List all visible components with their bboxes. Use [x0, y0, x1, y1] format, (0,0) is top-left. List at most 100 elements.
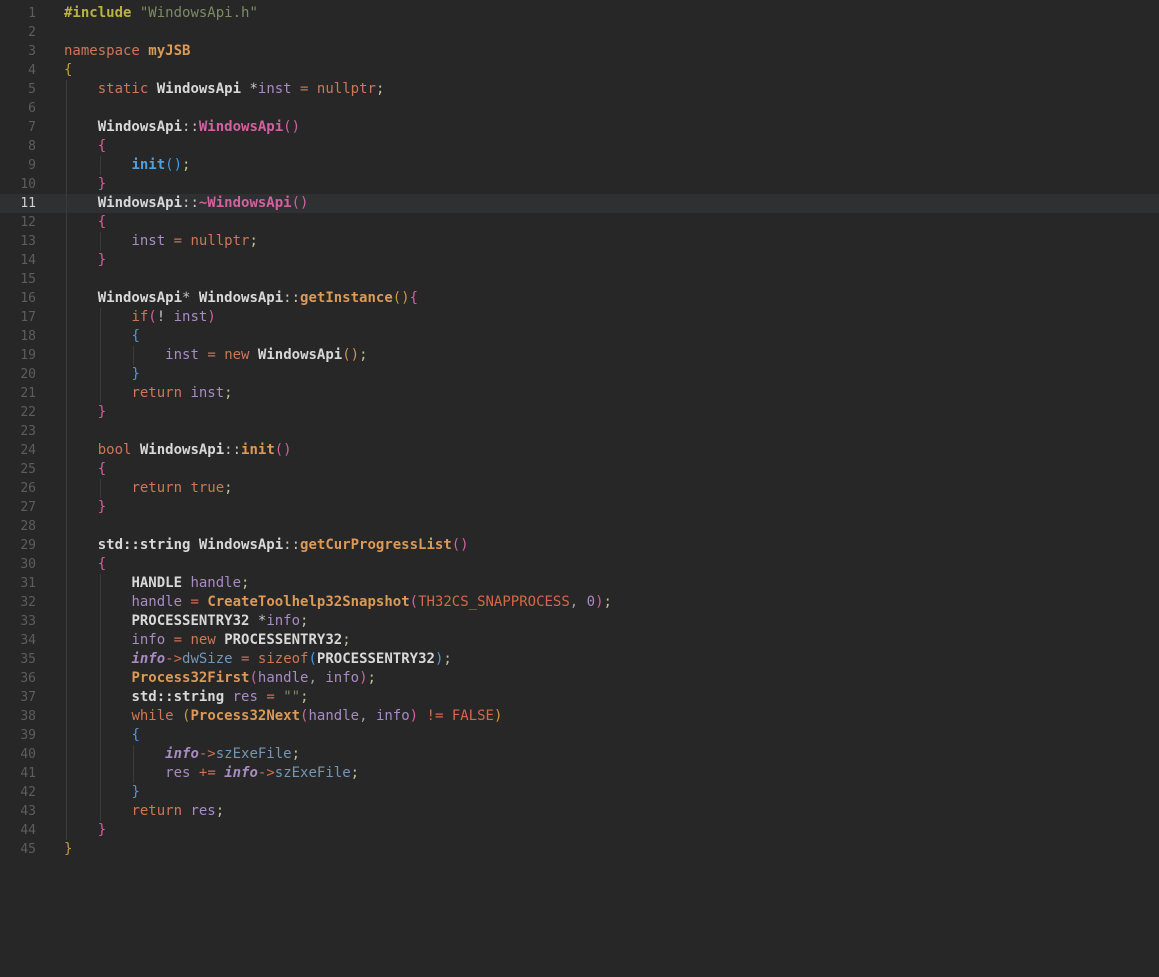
line-number[interactable]: 36: [0, 669, 36, 688]
code-text[interactable]: }: [64, 783, 139, 802]
code-line[interactable]: 35 info->dwSize = sizeof(PROCESSENTRY32)…: [0, 650, 1159, 669]
code-text[interactable]: WindowsApi::WindowsApi(): [64, 118, 300, 137]
code-text[interactable]: }: [64, 403, 106, 422]
code-line[interactable]: 27 }: [0, 498, 1159, 517]
code-text[interactable]: res += info->szExeFile;: [64, 764, 359, 783]
code-line[interactable]: 38 while (Process32Next(handle, info) !=…: [0, 707, 1159, 726]
line-number[interactable]: 1: [0, 4, 36, 23]
line-number[interactable]: 39: [0, 726, 36, 745]
line-number[interactable]: 9: [0, 156, 36, 175]
line-number[interactable]: 10: [0, 175, 36, 194]
code-text[interactable]: }: [64, 175, 106, 194]
line-number[interactable]: 40: [0, 745, 36, 764]
line-number[interactable]: 23: [0, 422, 36, 441]
line-number[interactable]: 25: [0, 460, 36, 479]
line-number[interactable]: 18: [0, 327, 36, 346]
line-number[interactable]: 20: [0, 365, 36, 384]
line-number[interactable]: 31: [0, 574, 36, 593]
code-line[interactable]: 44 }: [0, 821, 1159, 840]
code-line[interactable]: 2: [0, 23, 1159, 42]
code-line[interactable]: 22 }: [0, 403, 1159, 422]
line-number[interactable]: 7: [0, 118, 36, 137]
line-number[interactable]: 22: [0, 403, 36, 422]
line-number[interactable]: 43: [0, 802, 36, 821]
line-number[interactable]: 38: [0, 707, 36, 726]
code-line[interactable]: 16 WindowsApi* WindowsApi::getInstance()…: [0, 289, 1159, 308]
line-number[interactable]: 28: [0, 517, 36, 536]
code-line[interactable]: 12 {: [0, 213, 1159, 232]
code-text[interactable]: WindowsApi::~WindowsApi(): [64, 194, 309, 213]
code-text[interactable]: }: [64, 498, 106, 517]
line-number[interactable]: 19: [0, 346, 36, 365]
line-number[interactable]: 42: [0, 783, 36, 802]
code-line[interactable]: 28: [0, 517, 1159, 536]
code-text[interactable]: {: [64, 555, 106, 574]
code-line[interactable]: 40 info->szExeFile;: [0, 745, 1159, 764]
code-line[interactable]: 7 WindowsApi::WindowsApi(): [0, 118, 1159, 137]
line-number[interactable]: 6: [0, 99, 36, 118]
code-text[interactable]: handle = CreateToolhelp32Snapshot(TH32CS…: [64, 593, 612, 612]
line-number[interactable]: 35: [0, 650, 36, 669]
line-number[interactable]: 15: [0, 270, 36, 289]
code-line[interactable]: 1 #include "WindowsApi.h": [0, 4, 1159, 23]
code-line[interactable]: 4{: [0, 61, 1159, 80]
code-text[interactable]: init();: [64, 156, 190, 175]
code-text[interactable]: }: [64, 840, 72, 859]
line-number[interactable]: 14: [0, 251, 36, 270]
code-text[interactable]: namespace myJSB: [64, 42, 190, 61]
code-line[interactable]: 42 }: [0, 783, 1159, 802]
code-text[interactable]: inst = new WindowsApi();: [64, 346, 367, 365]
code-line[interactable]: 6: [0, 99, 1159, 118]
code-text[interactable]: while (Process32Next(handle, info) != FA…: [64, 707, 502, 726]
code-text[interactable]: return inst;: [64, 384, 232, 403]
code-text[interactable]: return res;: [64, 802, 224, 821]
line-number[interactable]: 2: [0, 23, 36, 42]
line-number[interactable]: 32: [0, 593, 36, 612]
code-line[interactable]: 3 namespace myJSB: [0, 42, 1159, 61]
code-text[interactable]: static WindowsApi *inst = nullptr;: [64, 80, 385, 99]
code-line[interactable]: 11 WindowsApi::~WindowsApi(): [0, 194, 1159, 213]
code-line[interactable]: 29 std::string WindowsApi::getCurProgres…: [0, 536, 1159, 555]
line-number[interactable]: 41: [0, 764, 36, 783]
line-number[interactable]: 8: [0, 137, 36, 156]
line-number[interactable]: 37: [0, 688, 36, 707]
code-line[interactable]: 20 }: [0, 365, 1159, 384]
code-line[interactable]: 17 if(! inst): [0, 308, 1159, 327]
code-text[interactable]: info = new PROCESSENTRY32;: [64, 631, 350, 650]
code-text[interactable]: {: [64, 460, 106, 479]
code-line[interactable]: 14 }: [0, 251, 1159, 270]
code-text[interactable]: Process32First(handle, info);: [64, 669, 376, 688]
code-text[interactable]: }: [64, 821, 106, 840]
code-text[interactable]: inst = nullptr;: [64, 232, 257, 251]
code-text[interactable]: bool WindowsApi::init(): [64, 441, 292, 460]
code-text[interactable]: }: [64, 365, 139, 384]
line-number[interactable]: 13: [0, 232, 36, 251]
code-line[interactable]: 18 {: [0, 327, 1159, 346]
line-number[interactable]: 30: [0, 555, 36, 574]
code-text[interactable]: return true;: [64, 479, 232, 498]
code-text[interactable]: #include "WindowsApi.h": [64, 4, 258, 23]
line-number[interactable]: 5: [0, 80, 36, 99]
code-text[interactable]: {: [64, 137, 106, 156]
line-number[interactable]: 26: [0, 479, 36, 498]
code-line[interactable]: 23: [0, 422, 1159, 441]
line-number[interactable]: 21: [0, 384, 36, 403]
line-number[interactable]: 17: [0, 308, 36, 327]
code-line[interactable]: 8 {: [0, 137, 1159, 156]
line-number[interactable]: 34: [0, 631, 36, 650]
code-line[interactable]: 30 {: [0, 555, 1159, 574]
code-line[interactable]: 41 res += info->szExeFile;: [0, 764, 1159, 783]
code-text[interactable]: WindowsApi* WindowsApi::getInstance(){: [64, 289, 418, 308]
code-line[interactable]: 25 {: [0, 460, 1159, 479]
code-line[interactable]: 21 return inst;: [0, 384, 1159, 403]
code-text[interactable]: {: [64, 213, 106, 232]
line-number[interactable]: 12: [0, 213, 36, 232]
code-text[interactable]: if(! inst): [64, 308, 215, 327]
code-text[interactable]: {: [64, 61, 72, 80]
code-line[interactable]: 24 bool WindowsApi::init(): [0, 441, 1159, 460]
line-number[interactable]: 16: [0, 289, 36, 308]
code-line[interactable]: 45}: [0, 840, 1159, 859]
code-line[interactable]: 34 info = new PROCESSENTRY32;: [0, 631, 1159, 650]
code-text[interactable]: info->dwSize = sizeof(PROCESSENTRY32);: [64, 650, 451, 669]
code-line[interactable]: 26 return true;: [0, 479, 1159, 498]
